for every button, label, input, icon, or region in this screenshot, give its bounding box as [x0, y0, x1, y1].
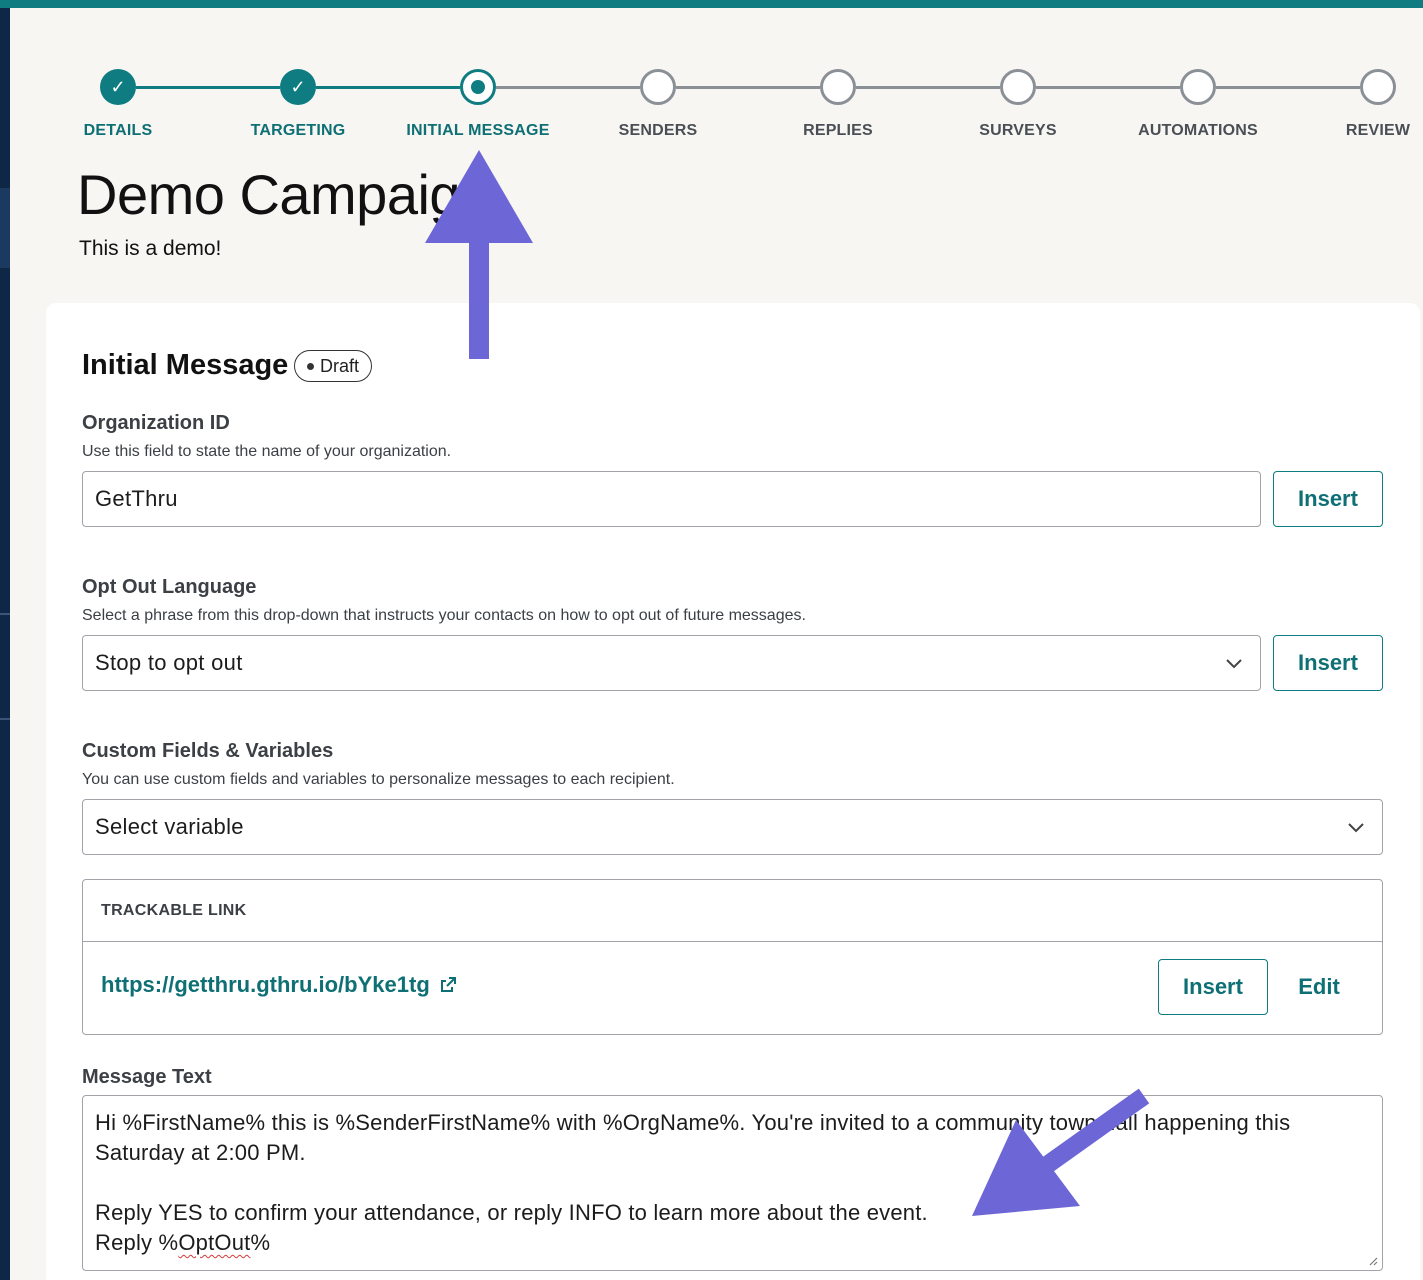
- step-label-initial-message[interactable]: INITIAL MESSAGE: [388, 122, 568, 140]
- step-connector: [1036, 86, 1180, 89]
- step-label-surveys[interactable]: SURVEYS: [928, 122, 1108, 140]
- custom-fields-label: Custom Fields & Variables: [82, 740, 334, 762]
- message-line: Reply %OptOut%: [95, 1230, 271, 1255]
- check-icon: ✓: [110, 76, 126, 97]
- check-icon: ✓: [290, 76, 306, 97]
- resize-grip-icon[interactable]: [1366, 1254, 1378, 1266]
- org-id-value: GetThru: [95, 486, 178, 511]
- step-targeting-node[interactable]: ✓: [280, 69, 316, 105]
- current-step-dot: [471, 80, 485, 94]
- opt-out-select[interactable]: Stop to opt out: [82, 635, 1261, 691]
- trackable-link[interactable]: https://getthru.gthru.io/bYke1tg: [101, 972, 458, 998]
- spellcheck-word: OptOut: [178, 1230, 251, 1255]
- step-connector: [316, 86, 460, 89]
- step-label-review[interactable]: REVIEW: [1288, 122, 1423, 140]
- step-connector: [496, 86, 640, 89]
- status-badge-label: Draft: [320, 355, 360, 376]
- opt-out-insert-button[interactable]: Insert: [1273, 635, 1383, 691]
- opt-out-value: Stop to opt out: [95, 650, 243, 675]
- status-dot-icon: [307, 362, 314, 370]
- step-review-node[interactable]: [1360, 69, 1396, 105]
- step-connector: [136, 86, 280, 89]
- trackable-link-edit-button[interactable]: Edit: [1284, 959, 1354, 1015]
- chevron-down-icon: [1226, 659, 1242, 669]
- chevron-down-icon: [1348, 823, 1364, 833]
- page-title: Demo Campaign: [77, 163, 491, 226]
- org-id-input[interactable]: GetThru: [82, 471, 1261, 527]
- step-initial-message-node[interactable]: [460, 69, 496, 105]
- message-text-label: Message Text: [82, 1066, 212, 1088]
- step-label-details[interactable]: DETAILS: [28, 122, 208, 140]
- page-subtitle: This is a demo!: [79, 237, 222, 260]
- step-connector: [856, 86, 1000, 89]
- step-replies-node[interactable]: [820, 69, 856, 105]
- step-senders-node[interactable]: [640, 69, 676, 105]
- sidebar-divider: [0, 613, 10, 615]
- campaign-stepper: ✓ ✓ DETAILS TARGETING INITIAL MESSAGE SE…: [0, 0, 1423, 150]
- org-id-help: Use this field to state the name of your…: [82, 443, 452, 460]
- sidebar-divider: [0, 718, 10, 720]
- opt-out-label: Opt Out Language: [82, 576, 257, 598]
- sidebar-active-item[interactable]: [0, 188, 10, 268]
- custom-variable-value: Select variable: [95, 814, 244, 839]
- step-connector: [676, 86, 820, 89]
- custom-fields-help: You can use custom fields and variables …: [82, 771, 675, 788]
- step-details-node[interactable]: ✓: [100, 69, 136, 105]
- section-title: Initial Message: [82, 349, 289, 381]
- step-label-replies[interactable]: REPLIES: [748, 122, 928, 140]
- org-id-label: Organization ID: [82, 412, 230, 434]
- sidebar-rail: [0, 8, 10, 1280]
- step-connector: [1216, 86, 1360, 89]
- step-label-senders[interactable]: SENDERS: [568, 122, 748, 140]
- step-surveys-node[interactable]: [1000, 69, 1036, 105]
- trackable-link-header: TRACKABLE LINK: [83, 880, 1382, 942]
- trackable-link-url[interactable]: https://getthru.gthru.io/bYke1tg: [101, 972, 430, 998]
- status-badge: Draft: [294, 350, 373, 382]
- trackable-link-insert-button[interactable]: Insert: [1158, 959, 1268, 1015]
- message-textarea[interactable]: Hi %FirstName% this is %SenderFirstName%…: [82, 1095, 1383, 1271]
- org-id-insert-button[interactable]: Insert: [1273, 471, 1383, 527]
- step-label-automations[interactable]: AUTOMATIONS: [1108, 122, 1288, 140]
- message-line: Hi %FirstName% this is %SenderFirstName%…: [95, 1110, 1297, 1165]
- message-line: Reply YES to confirm your attendance, or…: [95, 1200, 928, 1225]
- external-link-icon[interactable]: [438, 975, 458, 995]
- step-label-targeting[interactable]: TARGETING: [208, 122, 388, 140]
- custom-variable-select[interactable]: Select variable: [82, 799, 1383, 855]
- step-automations-node[interactable]: [1180, 69, 1216, 105]
- opt-out-help: Select a phrase from this drop-down that…: [82, 607, 806, 624]
